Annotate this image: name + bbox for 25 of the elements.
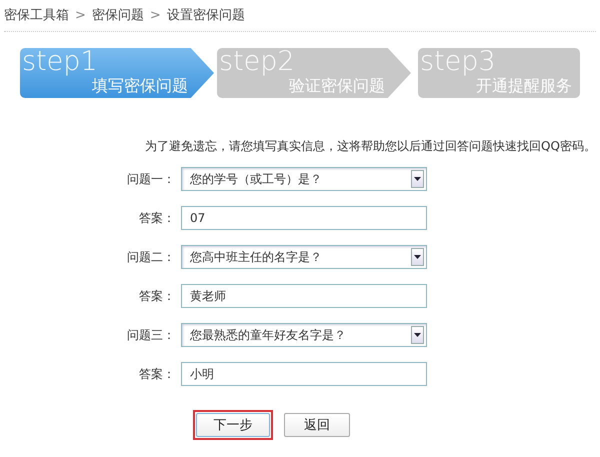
caret-icon bbox=[411, 170, 424, 188]
back-button[interactable]: 返回 bbox=[284, 413, 350, 437]
field-label: 答案： bbox=[138, 366, 176, 382]
field-label: 问题三： bbox=[126, 326, 176, 344]
field-label: 答案： bbox=[138, 288, 176, 304]
question-dropdown[interactable]: 您的学号（或工号）是？ bbox=[181, 167, 427, 191]
breadcrumb-separator: > bbox=[150, 8, 161, 22]
answer-field[interactable]: 小明 bbox=[181, 362, 427, 386]
breadcrumb-link[interactable]: 密保问题 bbox=[92, 6, 144, 24]
question-dropdown[interactable]: 您最熟悉的童年好友名字是？ bbox=[181, 323, 427, 347]
field-label: 问题一： bbox=[126, 170, 176, 188]
breadcrumb-link[interactable]: 密保工具箱 bbox=[4, 6, 69, 24]
breadcrumb-current: 设置密保问题 bbox=[166, 7, 245, 24]
answer-field[interactable]: 黄老师 bbox=[181, 284, 427, 308]
next-button[interactable]: 下一步 bbox=[196, 413, 270, 437]
field-label: 答案： bbox=[138, 210, 176, 226]
step-label: 填写密保问题 bbox=[92, 77, 188, 95]
caret-icon bbox=[411, 248, 424, 266]
intro-text: 为了避免遗忘，请您填写真实信息，这将帮助您以后通过回答问题快速找回QQ密码。 bbox=[145, 138, 597, 155]
answer-field[interactable]: 07 bbox=[181, 206, 427, 230]
step-number: step1 bbox=[22, 48, 98, 75]
question-dropdown[interactable]: 您高中班主任的名字是？ bbox=[181, 245, 427, 269]
field-label: 问题二： bbox=[126, 248, 176, 266]
breadcrumb-separator: > bbox=[75, 8, 86, 22]
caret-icon bbox=[411, 326, 424, 344]
